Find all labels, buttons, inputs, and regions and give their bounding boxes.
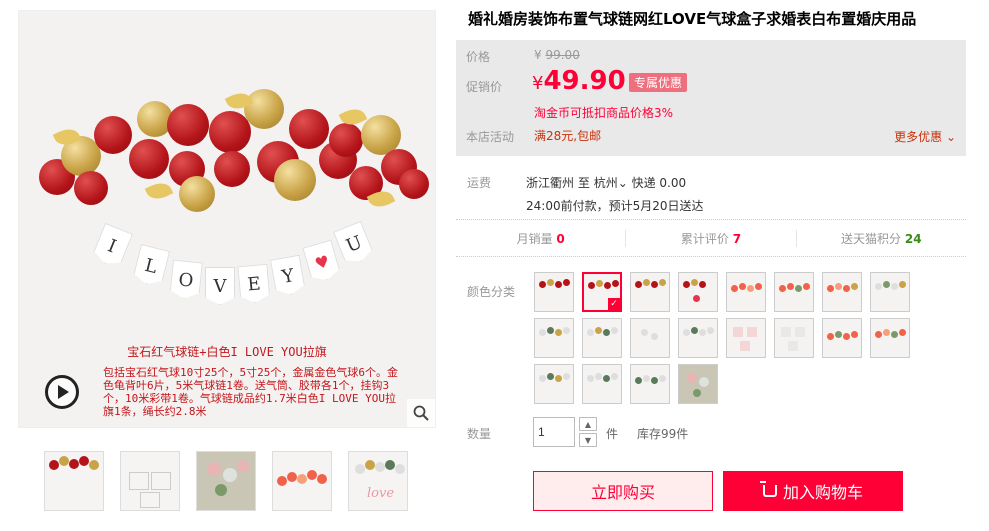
- product-title: 婚礼婚房装饰布置气球链网红LOVE气球盒子求婚表白布置婚庆用品: [468, 10, 917, 28]
- banner-flag: Y: [270, 255, 306, 298]
- quantity-increase-button[interactable]: ▲: [579, 417, 597, 431]
- quantity-input[interactable]: [533, 417, 575, 447]
- color-option[interactable]: [870, 272, 910, 312]
- price-panel: 价格 ¥ 99.00 促销价 ¥49.90 专属优惠 淘金币可抵扣商品价格3% …: [456, 40, 966, 156]
- check-icon: ✓: [608, 298, 620, 310]
- color-option[interactable]: [678, 272, 718, 312]
- balloon: [274, 159, 316, 201]
- delivery-eta: 24:00前付款，预计5月20日送达: [526, 199, 704, 213]
- leaf-decoration: [144, 178, 174, 204]
- shop-activity: 满28元,包邮: [534, 129, 602, 143]
- cart-icon: [759, 481, 777, 497]
- monthly-sales: 月销量 0: [456, 229, 627, 247]
- tmall-coin-note: 淘金币可抵扣商品价格3%: [534, 106, 674, 120]
- color-option[interactable]: [678, 364, 718, 404]
- shipping-route: 浙江衢州 至 杭州⌄ 快递 0.00: [526, 176, 687, 190]
- banner-flag-heart: ♥: [302, 240, 341, 285]
- image-description: 包括宝石红气球10寸25个，5寸25个，金属金色气球6个。金色龟背叶6片，5米气…: [103, 366, 398, 418]
- thumbnail-1[interactable]: [44, 451, 104, 511]
- balloon: [94, 116, 132, 154]
- quantity-label: 数量: [467, 427, 492, 441]
- balloon: [329, 123, 363, 157]
- banner-flag: O: [169, 260, 203, 301]
- color-option[interactable]: [822, 272, 862, 312]
- zoom-icon[interactable]: [407, 399, 435, 427]
- color-option[interactable]: [534, 272, 574, 312]
- color-option[interactable]: [870, 318, 910, 358]
- exclusive-offer-badge: 专属优惠: [629, 73, 688, 92]
- color-option[interactable]: [822, 318, 862, 358]
- color-category-label: 颜色分类: [467, 285, 516, 299]
- color-option[interactable]: [774, 272, 814, 312]
- balloon: [167, 104, 209, 146]
- balloon: [179, 176, 215, 212]
- color-option[interactable]: [534, 364, 574, 404]
- product-stats: 月销量 0 累计评价 7 送天猫积分 24: [456, 219, 966, 257]
- banner-flag: V: [205, 267, 235, 305]
- color-option[interactable]: [630, 318, 670, 358]
- original-price: ¥ 99.00: [534, 48, 580, 62]
- shipping-label: 运费: [467, 176, 492, 190]
- balloon: [399, 169, 429, 199]
- banner-flag: U: [333, 221, 375, 267]
- color-option[interactable]: [630, 364, 670, 404]
- cumulative-reviews[interactable]: 累计评价 7: [626, 229, 797, 247]
- color-option[interactable]: [678, 318, 718, 358]
- buy-now-button[interactable]: 立即购买: [533, 471, 713, 511]
- balloon: [74, 171, 108, 205]
- color-option[interactable]: [582, 364, 622, 404]
- thumbnail-4[interactable]: [272, 451, 332, 511]
- banner-flag: I: [91, 223, 133, 269]
- quantity-unit: 件: [606, 427, 619, 441]
- original-price-label: 价格: [466, 50, 491, 64]
- color-option[interactable]: [582, 318, 622, 358]
- balloon: [244, 89, 284, 129]
- tmall-points: 送天猫积分 24: [841, 231, 922, 246]
- balloon: [129, 139, 169, 179]
- balloon: [289, 109, 329, 149]
- thumbnail-strip: love: [44, 451, 408, 511]
- color-option-selected[interactable]: ✓: [582, 272, 622, 312]
- thumbnail-2[interactable]: [120, 451, 180, 511]
- color-option[interactable]: [774, 318, 814, 358]
- chevron-down-icon: ⌄: [942, 130, 956, 144]
- image-caption: 宝石红气球链+白色I LOVE YOU拉旗: [127, 345, 327, 359]
- color-option[interactable]: [534, 318, 574, 358]
- main-product-image[interactable]: I L O V E Y ♥ U 宝石红气球链+白色I LOVE YOU拉旗 包括…: [18, 10, 436, 428]
- balloon: [214, 151, 250, 187]
- shop-activity-label: 本店活动: [466, 130, 515, 144]
- play-video-button[interactable]: [45, 375, 79, 409]
- promo-price-label: 促销价: [466, 80, 503, 94]
- thumbnail-5[interactable]: love: [348, 451, 408, 511]
- banner-flag: E: [237, 264, 270, 304]
- balloon: [209, 111, 251, 153]
- add-to-cart-label: 加入购物车: [782, 483, 863, 502]
- color-swatch-list: ✓: [534, 272, 954, 404]
- more-promotions-link[interactable]: 更多优惠 ⌄: [894, 128, 956, 145]
- thumbnail-3[interactable]: [196, 451, 256, 511]
- color-option[interactable]: [726, 272, 766, 312]
- destination-city-select[interactable]: 杭州⌄: [594, 176, 628, 190]
- promo-price: ¥49.90: [532, 66, 626, 96]
- quantity-decrease-button[interactable]: ▼: [579, 433, 597, 447]
- chevron-down-icon: ⌄: [617, 176, 628, 190]
- banner-flag: L: [132, 244, 170, 288]
- color-option[interactable]: [630, 272, 670, 312]
- add-to-cart-button[interactable]: 加入购物车: [723, 471, 903, 511]
- stock-count: 库存99件: [637, 427, 689, 441]
- color-option[interactable]: [726, 318, 766, 358]
